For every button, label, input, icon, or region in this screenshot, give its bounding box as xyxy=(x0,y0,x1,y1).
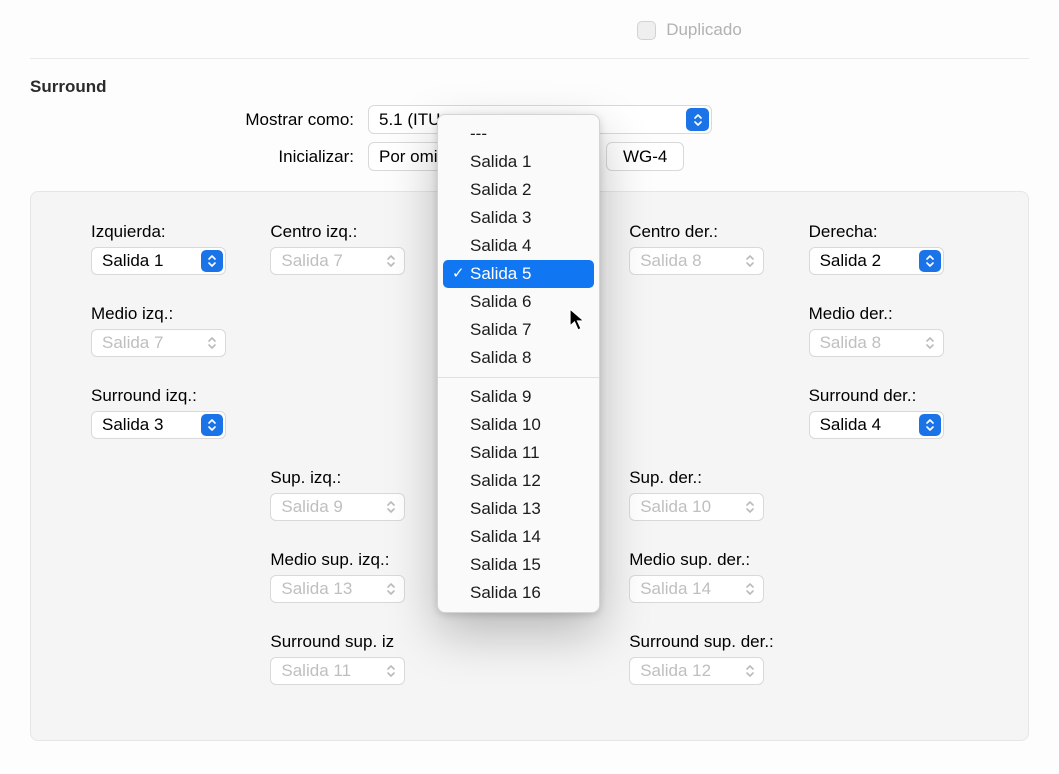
wg4-button-label: WG-4 xyxy=(623,147,667,167)
inicializar-value: Por omi xyxy=(379,147,438,167)
surround-der-label: Surround der.: xyxy=(809,386,968,406)
select-value: Salida 8 xyxy=(640,251,701,271)
surround-section-title: Surround xyxy=(30,77,1029,97)
centro-der-label: Centro der.: xyxy=(629,222,788,242)
menu-item-dash[interactable]: --- xyxy=(438,120,599,148)
select-value: Salida 3 xyxy=(102,415,163,435)
chevron-up-down-icon xyxy=(380,250,402,272)
chevron-up-down-icon xyxy=(380,578,402,600)
medio-sup-izq-label: Medio sup. izq.: xyxy=(270,550,429,570)
mostrar-como-value: 5.1 (ITU xyxy=(379,110,440,130)
surround-sup-der-label: Surround sup. der.: xyxy=(629,632,788,652)
menu-item[interactable]: Salida 15 xyxy=(438,551,599,579)
chevron-up-down-icon xyxy=(201,250,223,272)
centro-der-select[interactable]: Salida 8 xyxy=(629,247,764,275)
menu-item[interactable]: Salida 16 xyxy=(438,579,599,607)
sup-der-label: Sup. der.: xyxy=(629,468,788,488)
centro-izq-select[interactable]: Salida 7 xyxy=(270,247,405,275)
chevron-up-down-icon xyxy=(380,660,402,682)
sup-izq-select[interactable]: Salida 9 xyxy=(270,493,405,521)
select-value: Salida 1 xyxy=(102,251,163,271)
chevron-up-down-icon xyxy=(739,496,761,518)
menu-item[interactable]: Salida 7 xyxy=(438,316,599,344)
izquierda-label: Izquierda: xyxy=(91,222,250,242)
izquierda-select[interactable]: Salida 1 xyxy=(91,247,226,275)
select-value: Salida 12 xyxy=(640,661,711,681)
chevron-up-down-icon xyxy=(686,108,709,131)
duplicado-checkbox[interactable] xyxy=(637,21,656,40)
derecha-label: Derecha: xyxy=(809,222,968,242)
duplicado-row: Duplicado xyxy=(30,0,1029,59)
menu-item[interactable]: Salida 2 xyxy=(438,176,599,204)
chevron-up-down-icon xyxy=(739,250,761,272)
select-value: Salida 11 xyxy=(281,661,351,681)
menu-item[interactable]: Salida 12 xyxy=(438,467,599,495)
mostrar-como-label: Mostrar como: xyxy=(30,110,368,130)
medio-izq-label: Medio izq.: xyxy=(91,304,250,324)
chevron-up-down-icon xyxy=(919,414,941,436)
chevron-up-down-icon xyxy=(201,332,223,354)
menu-item[interactable]: Salida 10 xyxy=(438,411,599,439)
menu-item[interactable]: Salida 8 xyxy=(438,344,599,372)
wg4-button[interactable]: WG-4 xyxy=(606,142,684,171)
sup-der-select[interactable]: Salida 10 xyxy=(629,493,764,521)
surround-der-select[interactable]: Salida 4 xyxy=(809,411,944,439)
menu-separator xyxy=(438,377,599,378)
medio-sup-der-label: Medio sup. der.: xyxy=(629,550,788,570)
chevron-up-down-icon xyxy=(739,578,761,600)
menu-item[interactable]: Salida 13 xyxy=(438,495,599,523)
menu-item-selected[interactable]: Salida 5 xyxy=(443,260,594,288)
surround-izq-label: Surround izq.: xyxy=(91,386,250,406)
chevron-up-down-icon xyxy=(919,250,941,272)
select-value: Salida 7 xyxy=(102,333,163,353)
derecha-select[interactable]: Salida 2 xyxy=(809,247,944,275)
medio-izq-select[interactable]: Salida 7 xyxy=(91,329,226,357)
inicializar-label: Inicializar: xyxy=(30,147,368,167)
select-value: Salida 13 xyxy=(281,579,352,599)
menu-item[interactable]: Salida 11 xyxy=(438,439,599,467)
select-value: Salida 10 xyxy=(640,497,711,517)
menu-item[interactable]: Salida 6 xyxy=(438,288,599,316)
chevron-up-down-icon xyxy=(201,414,223,436)
medio-der-select[interactable]: Salida 8 xyxy=(809,329,944,357)
menu-item[interactable]: Salida 9 xyxy=(438,383,599,411)
medio-der-label: Medio der.: xyxy=(809,304,968,324)
select-value: Salida 9 xyxy=(281,497,342,517)
select-value: Salida 4 xyxy=(820,415,881,435)
surround-sup-izq-select[interactable]: Salida 11 xyxy=(270,657,405,685)
select-value: Salida 2 xyxy=(820,251,881,271)
menu-item[interactable]: Salida 1 xyxy=(438,148,599,176)
centro-izq-label: Centro izq.: xyxy=(270,222,429,242)
chevron-up-down-icon xyxy=(380,496,402,518)
medio-sup-izq-select[interactable]: Salida 13 xyxy=(270,575,405,603)
menu-item[interactable]: Salida 14 xyxy=(438,523,599,551)
menu-item[interactable]: Salida 3 xyxy=(438,204,599,232)
surround-sup-izq-label: Surround sup. iz xyxy=(270,632,429,652)
select-value: Salida 14 xyxy=(640,579,711,599)
salida-dropdown-menu[interactable]: --- Salida 1 Salida 2 Salida 3 Salida 4 … xyxy=(437,114,600,613)
surround-izq-select[interactable]: Salida 3 xyxy=(91,411,226,439)
sup-izq-label: Sup. izq.: xyxy=(270,468,429,488)
surround-sup-der-select[interactable]: Salida 12 xyxy=(629,657,764,685)
duplicado-label: Duplicado xyxy=(666,20,742,40)
select-value: Salida 8 xyxy=(820,333,881,353)
chevron-up-down-icon xyxy=(739,660,761,682)
select-value: Salida 7 xyxy=(281,251,342,271)
medio-sup-der-select[interactable]: Salida 14 xyxy=(629,575,764,603)
chevron-up-down-icon xyxy=(919,332,941,354)
menu-item[interactable]: Salida 4 xyxy=(438,232,599,260)
